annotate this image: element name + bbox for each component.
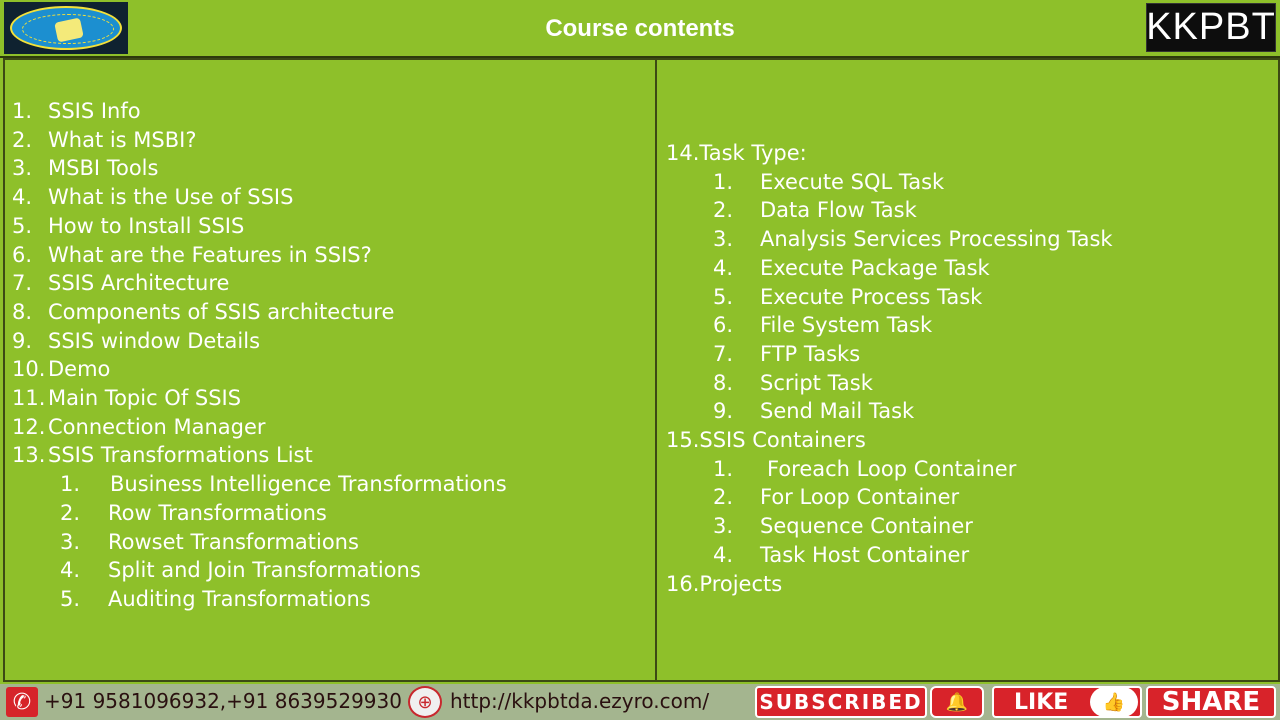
- section-heading: 15.SSIS Containers: [666, 428, 866, 452]
- list-item-number: 3.: [12, 156, 33, 181]
- list-item-number: 6.: [12, 242, 33, 267]
- sub-item: File System Task: [760, 313, 933, 338]
- like-label: LIKE: [1014, 689, 1069, 715]
- thumbs-up-icon: 👍: [1090, 687, 1138, 717]
- section-heading: 14.Task Type:: [666, 141, 807, 165]
- sub-item: Execute Package Task: [760, 255, 990, 280]
- sub-item: Execute Process Task: [760, 284, 983, 309]
- list-item: What is the Use of SSIS: [48, 185, 294, 210]
- sub-item: Split and Join Transformations: [108, 558, 421, 583]
- sub-item: Sequence Container: [760, 514, 973, 539]
- list-item: What is MSBI?: [48, 127, 197, 152]
- sub-item: Execute SQL Task: [760, 169, 945, 194]
- list-item-number: 9.: [12, 328, 33, 353]
- sub-item-number: 4.: [713, 255, 734, 280]
- sub-item-number: 2.: [713, 485, 734, 510]
- sub-item-number: 4.: [713, 542, 734, 567]
- globe-icon: ⊕: [408, 686, 442, 718]
- sub-item: Data Flow Task: [760, 198, 917, 223]
- sub-item: Task Host Container: [760, 542, 970, 567]
- list-item: SSIS Transformations List: [48, 443, 313, 468]
- sub-item: Rowset Transformations: [108, 529, 359, 554]
- header-bar: Course contents KKPBT: [0, 0, 1280, 58]
- footer-bar: ✆ +91 9581096932,+91 8639529930 ⊕ http:/…: [0, 684, 1280, 720]
- phone-icon: ✆: [6, 687, 38, 717]
- sub-item: Business Intelligence Transformations: [110, 472, 507, 497]
- list-item: Main Topic Of SSIS: [48, 386, 242, 410]
- list-item-number: 8.: [12, 299, 33, 324]
- brand-logo: KKPBT: [1146, 3, 1276, 52]
- sub-item-number: 7.: [713, 341, 734, 366]
- sub-item: Row Transformations: [108, 500, 327, 525]
- list-item-number: 11.: [12, 386, 46, 410]
- sub-item: Script Task: [760, 370, 873, 395]
- list-item-number: 1.: [12, 99, 33, 123]
- sub-item-number: 4.: [60, 558, 81, 583]
- sub-item: For Loop Container: [760, 485, 960, 510]
- sub-item-number: 3.: [60, 529, 81, 554]
- sub-item-number: 8.: [713, 370, 734, 395]
- list-item: SSIS window Details: [48, 328, 261, 353]
- sub-item: Foreach Loop Container: [767, 456, 1017, 481]
- section-heading: 16.Projects: [666, 571, 783, 596]
- list-item: MSBI Tools: [48, 156, 159, 181]
- sub-item: FTP Tasks: [760, 341, 861, 366]
- list-item-number: 7.: [12, 271, 33, 296]
- sub-item-number: 3.: [713, 514, 734, 539]
- sub-item-number: 9.: [713, 399, 734, 424]
- sub-item: Send Mail Task: [760, 399, 915, 424]
- list-item: Demo: [48, 357, 111, 382]
- sub-item-number: 5.: [60, 586, 81, 611]
- sub-item-number: 1.: [713, 456, 734, 481]
- sub-item-number: 3.: [713, 227, 734, 252]
- sub-item-number: 5.: [713, 284, 734, 309]
- list-item: Components of SSIS architecture: [48, 299, 395, 324]
- list-item: Connection Manager: [48, 414, 266, 439]
- list-item-number: 13.: [12, 443, 46, 468]
- share-button[interactable]: SHARE: [1146, 686, 1276, 718]
- website-link[interactable]: http://kkpbtda.ezyro.com/: [450, 689, 709, 713]
- sub-item-number: 1.: [60, 472, 81, 497]
- list-item-number: 4.: [12, 185, 33, 210]
- sub-item-number: 2.: [60, 500, 81, 525]
- list-item: SSIS Info: [48, 99, 141, 123]
- sub-item: Analysis Services Processing Task: [760, 227, 1113, 252]
- list-item: What are the Features in SSIS?: [48, 242, 372, 267]
- list-item-number: 10.: [12, 357, 46, 382]
- sub-item-number: 2.: [713, 198, 734, 223]
- list-item: SSIS Architecture: [48, 271, 230, 296]
- list-item: How to Install SSIS: [48, 213, 245, 238]
- list-item-number: 12.: [12, 414, 46, 439]
- phone-numbers: +91 9581096932,+91 8639529930: [44, 689, 402, 713]
- page-title: Course contents: [545, 15, 735, 42]
- list-item-number: 5.: [12, 213, 33, 238]
- list-item-number: 2.: [12, 127, 33, 152]
- sub-item-number: 1.: [713, 169, 734, 194]
- bell-icon[interactable]: 🔔: [930, 686, 984, 718]
- sub-item: Auditing Transformations: [108, 586, 371, 611]
- sub-item-number: 6.: [713, 313, 734, 338]
- subscribed-button[interactable]: SUBSCRIBED: [755, 686, 927, 718]
